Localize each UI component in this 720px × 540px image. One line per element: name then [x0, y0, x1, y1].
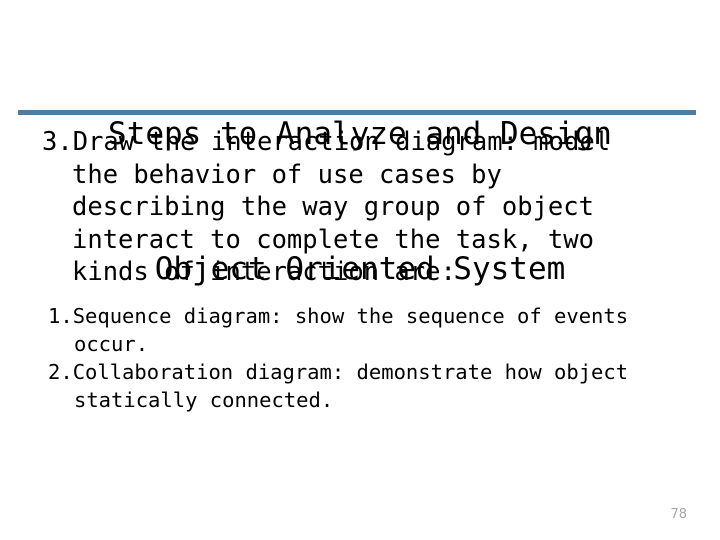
sub-list-marker: 1.	[48, 303, 73, 328]
sub-list-text: Sequence diagram: show the sequence of e…	[72, 303, 629, 356]
sub-list: 1.Sequence diagram: show the sequence of…	[0, 302, 720, 414]
list-item: 1.Sequence diagram: show the sequence of…	[0, 302, 720, 358]
main-list-marker: 3.	[42, 127, 73, 157]
slide-canvas: Steps to Analyze and Design Object Orien…	[0, 0, 720, 540]
slide-body: 3.Draw the interaction diagram: model th…	[0, 126, 720, 414]
main-list-item: 3.Draw the interaction diagram: model th…	[0, 126, 720, 289]
page-number: 78	[670, 507, 687, 522]
list-item: 2.Collaboration diagram: demonstrate how…	[0, 358, 720, 414]
main-list-text: Draw the interaction diagram: model the …	[72, 127, 611, 287]
sub-list-text: Collaboration diagram: demonstrate how o…	[72, 359, 629, 412]
sub-list-marker: 2.	[48, 359, 73, 384]
title-divider	[18, 110, 696, 115]
